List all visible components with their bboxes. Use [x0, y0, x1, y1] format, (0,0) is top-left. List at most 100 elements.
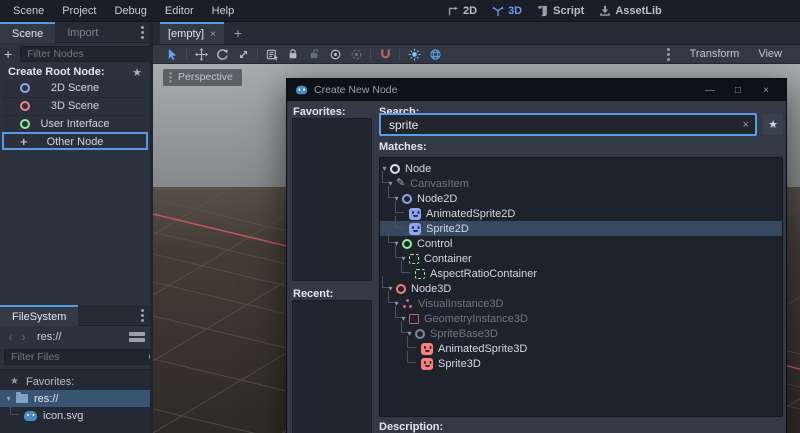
lock-selected-button[interactable]	[286, 47, 300, 61]
tree-item-spritebase3d[interactable]: ▾ SpriteBase3D	[380, 321, 782, 341]
favorites-label: Favorites:	[293, 106, 346, 118]
container-icon	[409, 253, 419, 264]
ungroup-selected-button[interactable]	[349, 47, 363, 61]
current-path: res://	[37, 330, 62, 343]
menu-scene[interactable]: Scene	[6, 3, 51, 19]
tree-item-aspectratiocontainer[interactable]: AspectRatioContainer	[380, 261, 782, 281]
root-option-user-interface[interactable]: User Interface	[2, 114, 148, 133]
tree-guide-line	[401, 261, 410, 273]
select-tool-button[interactable]	[165, 47, 179, 61]
root-option-3d-scene[interactable]: 3D Scene	[2, 96, 148, 115]
close-tab-icon[interactable]: ×	[210, 29, 216, 40]
switch-assetlib-button[interactable]: AssetLib	[599, 5, 662, 17]
tree-item-icon-svg[interactable]: icon.svg	[0, 401, 150, 424]
kebab-menu-icon	[169, 75, 172, 79]
filesystem-filter-bar	[0, 347, 164, 367]
2d-icon	[448, 6, 458, 16]
lock-icon	[289, 49, 297, 59]
scene-dock-empty-area	[0, 150, 150, 305]
snap-toggle-button[interactable]	[378, 47, 392, 61]
magnet-icon	[380, 48, 390, 58]
view-menu[interactable]: View	[752, 48, 788, 60]
window-controls: — □ ×	[704, 85, 778, 96]
scale-tool-button[interactable]	[236, 47, 250, 61]
preview-environment-toggle[interactable]	[428, 47, 442, 61]
menu-project[interactable]: Project	[55, 3, 103, 19]
add-node-button[interactable]: +	[4, 46, 12, 62]
menu-help[interactable]: Help	[205, 3, 242, 19]
menu-editor[interactable]: Editor	[158, 3, 201, 19]
root-option-2d-scene[interactable]: 2D Scene	[2, 80, 148, 97]
root-option-other-node[interactable]: + Other Node	[2, 132, 148, 150]
rotate-tool-button[interactable]	[215, 47, 229, 61]
sprite2d-icon	[409, 222, 421, 235]
filter-nodes-input[interactable]	[25, 46, 165, 61]
ungroup-icon	[351, 49, 361, 59]
node3d-icon	[396, 283, 406, 294]
canvasitem-brush-icon: ✎	[396, 177, 406, 189]
new-scene-tab-button[interactable]: +	[234, 25, 242, 41]
recent-list[interactable]	[292, 300, 372, 433]
favorites-list[interactable]	[292, 118, 372, 281]
matches-tree: ▾ Node ▾ ✎ CanvasItem ▾ Node2D AnimatedS…	[379, 157, 783, 417]
scene-dock-toolbar: +	[0, 43, 188, 64]
toggle-favorite-button[interactable]: ★	[763, 114, 783, 135]
close-button[interactable]: ×	[760, 85, 772, 96]
node-search-input[interactable]	[387, 116, 739, 133]
tree-item-sprite3d[interactable]: Sprite3D	[380, 351, 782, 371]
tab-filesystem[interactable]: FileSystem	[0, 305, 79, 326]
tree-item-node2d[interactable]: ▾ Node2D	[380, 186, 782, 206]
maximize-button[interactable]: □	[732, 85, 744, 96]
minimize-button[interactable]: —	[704, 85, 716, 96]
transform-menu[interactable]: Transform	[684, 48, 746, 60]
list-select-button[interactable]	[265, 47, 279, 61]
tree-item-control[interactable]: ▾ Control	[380, 231, 782, 251]
toolbar-separator	[370, 48, 371, 60]
unlock-selected-button[interactable]	[307, 47, 321, 61]
move-tool-button[interactable]	[194, 47, 208, 61]
tree-item-geometryinstance3d[interactable]: ▾ GeometryInstance3D	[380, 306, 782, 326]
switch-script-button[interactable]: Script	[537, 5, 584, 17]
tree-item-res-root[interactable]: ▾ res://	[0, 390, 150, 407]
viewport-options-button[interactable]	[661, 52, 677, 56]
filter-files-input[interactable]	[9, 350, 148, 364]
group-selected-button[interactable]	[328, 47, 342, 61]
filesystem-menu-button[interactable]	[134, 305, 150, 325]
toggle-split-mode-button[interactable]	[129, 331, 145, 343]
unlock-icon	[310, 49, 319, 59]
scale-icon	[239, 50, 247, 58]
group-icon	[330, 49, 340, 59]
scene-dock-menu-button[interactable]	[134, 22, 150, 42]
nav-forward-button[interactable]: ›	[18, 330, 29, 344]
godot-editor-window: Scene Project Debug Editor Help 2D 3D Sc…	[0, 0, 800, 433]
tree-item-container[interactable]: ▾ Container	[380, 246, 782, 266]
preview-sunlight-toggle[interactable]	[407, 47, 421, 61]
perspective-menu-button[interactable]: Perspective	[163, 69, 242, 86]
filesystem-tree: ★ Favorites: ▾ res:// icon.svg	[0, 369, 150, 433]
dialog-titlebar[interactable]: Create New Node — □ ×	[287, 79, 786, 101]
toolbar-separator	[186, 48, 187, 60]
scene-tab-empty[interactable]: [empty] ×	[160, 22, 224, 44]
tab-scene[interactable]: Scene	[0, 22, 56, 43]
tree-item-animatedsprite3d[interactable]: AnimatedSprite3D	[380, 336, 782, 356]
toolbar-separator	[257, 48, 258, 60]
clear-search-icon[interactable]: ×	[743, 119, 749, 131]
switch-2d-button[interactable]: 2D	[447, 5, 477, 17]
tree-item-node3d[interactable]: ▾ Node3D	[380, 276, 782, 296]
nav-back-button[interactable]: ‹	[5, 330, 16, 344]
tab-import[interactable]: Import	[55, 22, 110, 43]
kebab-menu-icon	[140, 313, 144, 317]
main-menus: Scene Project Debug Editor Help	[0, 3, 241, 19]
godot-file-icon	[24, 410, 37, 421]
tree-item-animatedsprite2d[interactable]: AnimatedSprite2D	[380, 201, 782, 221]
tree-item-sprite2d[interactable]: Sprite2D	[380, 216, 782, 236]
script-icon	[538, 5, 547, 17]
viewport-toolbar: Transform View	[153, 45, 800, 64]
tree-item-visualinstance3d[interactable]: ▾ VisualInstance3D	[380, 291, 782, 311]
tree-item-node[interactable]: ▾ Node	[380, 161, 782, 176]
switch-3d-button[interactable]: 3D	[492, 5, 522, 17]
toolbar-separator	[399, 48, 400, 60]
tree-item-canvasitem[interactable]: ▾ ✎ CanvasItem	[380, 171, 782, 191]
favorites-star-icon[interactable]: ★	[132, 66, 142, 79]
menu-debug[interactable]: Debug	[107, 3, 153, 19]
